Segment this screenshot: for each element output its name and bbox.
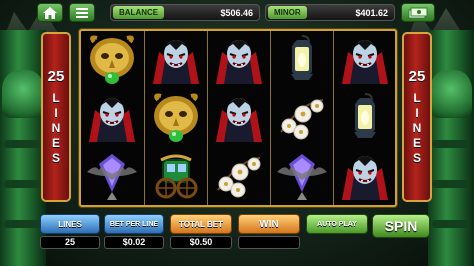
symbol-vampire-icon bbox=[208, 89, 270, 147]
left-paylines-panel: 25 LINES bbox=[41, 32, 71, 202]
bet-per-line-button[interactable]: BET PER LINE bbox=[104, 214, 164, 234]
pillar-ring bbox=[432, 140, 470, 148]
pillar-ring bbox=[4, 220, 42, 228]
reel-5 bbox=[333, 31, 395, 205]
reel-3 bbox=[207, 31, 269, 205]
symbol-mask-icon bbox=[145, 89, 207, 147]
symbol-bat-vial-icon bbox=[271, 147, 333, 205]
symbol-lantern-icon bbox=[271, 31, 333, 89]
symbol-bat-vial-icon bbox=[81, 147, 143, 205]
win-value bbox=[238, 236, 300, 249]
reels-window[interactable] bbox=[79, 29, 397, 207]
total-bet-value: $0.50 bbox=[170, 236, 232, 249]
home-button[interactable] bbox=[37, 3, 63, 22]
auto-play-control: AUTO PLAY bbox=[306, 214, 368, 234]
right-serpent-pillar bbox=[428, 30, 474, 266]
cashier-button[interactable] bbox=[401, 3, 435, 22]
symbol-vampire-icon bbox=[334, 147, 396, 205]
pillar-ring bbox=[432, 220, 470, 228]
menu-button[interactable] bbox=[69, 3, 95, 22]
reel-4 bbox=[270, 31, 332, 205]
symbol-vampire-icon bbox=[145, 31, 207, 89]
left-serpent-head-icon bbox=[2, 70, 44, 118]
symbol-mask-icon bbox=[81, 31, 143, 89]
spin-button[interactable]: SPIN bbox=[372, 214, 430, 238]
balance-label: BALANCE bbox=[113, 6, 165, 19]
menu-icon bbox=[76, 7, 88, 18]
left-paylines-count: 25 bbox=[47, 68, 65, 85]
minor-value: $401.62 bbox=[355, 7, 388, 18]
right-paylines-panel: 25 LINES bbox=[402, 32, 432, 202]
top-bar: BALANCE $506.46 MINOR $401.62 bbox=[37, 3, 437, 23]
balance-value: $506.46 bbox=[220, 7, 253, 18]
symbol-vampire-icon bbox=[334, 31, 396, 89]
total-bet-button[interactable]: TOTAL BET bbox=[170, 214, 232, 234]
symbol-lantern-icon bbox=[334, 89, 396, 147]
symbol-flowers-icon bbox=[271, 89, 333, 147]
home-icon bbox=[43, 6, 57, 19]
left-paylines-word: LINES bbox=[49, 91, 63, 166]
symbol-vampire-icon bbox=[81, 89, 143, 147]
right-paylines-word: LINES bbox=[410, 91, 424, 166]
lines-control: LINES 25 bbox=[40, 214, 100, 249]
auto-play-button[interactable]: AUTO PLAY bbox=[306, 214, 368, 234]
pillar-ring bbox=[432, 180, 470, 188]
bet-per-line-value: $0.02 bbox=[104, 236, 164, 249]
symbol-carriage-icon bbox=[145, 147, 207, 205]
lines-button[interactable]: LINES bbox=[40, 214, 100, 234]
win-control: WIN bbox=[238, 214, 300, 249]
reel-2 bbox=[144, 31, 206, 205]
pillar-ring bbox=[4, 140, 42, 148]
symbol-vampire-icon bbox=[208, 31, 270, 89]
balance-display: BALANCE $506.46 bbox=[110, 4, 260, 21]
win-label: WIN bbox=[238, 214, 300, 234]
pillar-ring bbox=[4, 180, 42, 188]
total-bet-control: TOTAL BET $0.50 bbox=[170, 214, 232, 249]
right-paylines-count: 25 bbox=[408, 68, 426, 85]
slot-machine-scene: BALANCE $506.46 MINOR $401.62 25 LINES 2… bbox=[0, 0, 474, 266]
minor-jackpot-display: MINOR $401.62 bbox=[265, 4, 395, 21]
symbol-flowers-icon bbox=[208, 147, 270, 205]
minor-label: MINOR bbox=[268, 6, 307, 19]
bet-per-line-control: BET PER LINE $0.02 bbox=[104, 214, 164, 249]
reel-1 bbox=[81, 31, 143, 205]
right-serpent-head-icon bbox=[430, 70, 472, 118]
lines-value: 25 bbox=[40, 236, 100, 249]
cash-stack-icon bbox=[408, 7, 428, 18]
